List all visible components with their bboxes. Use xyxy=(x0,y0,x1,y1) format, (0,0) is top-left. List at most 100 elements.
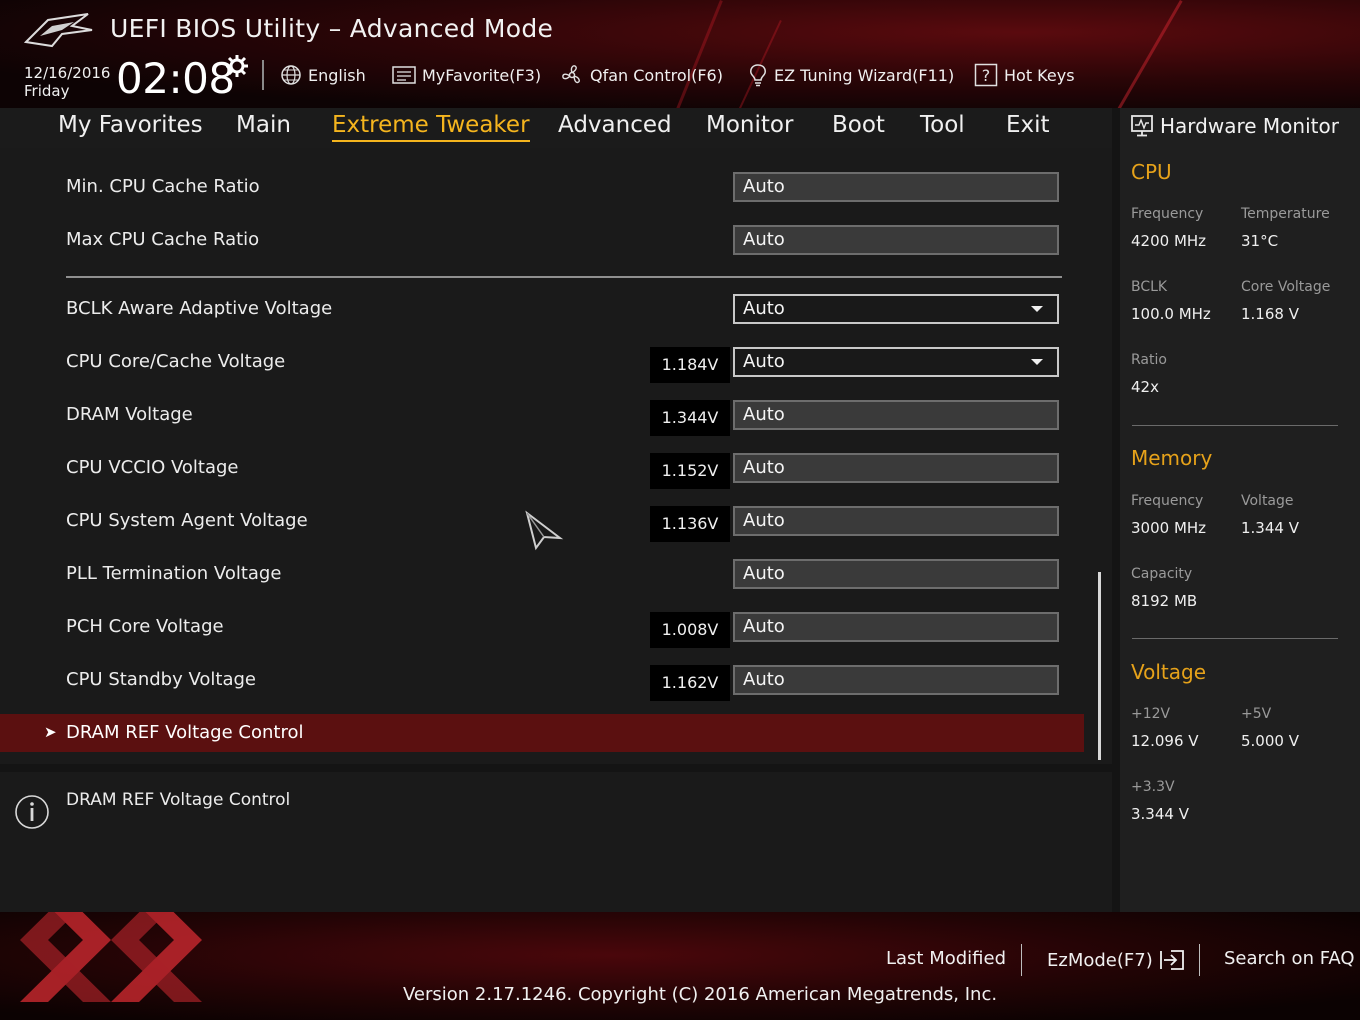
gear-icon[interactable] xyxy=(225,54,249,78)
setting-row[interactable]: CPU Core/Cache Voltage 1.184V Auto xyxy=(0,343,1090,383)
qfan-control-button[interactable]: Qfan Control(F6) xyxy=(560,62,723,88)
day-text: Friday xyxy=(24,82,70,100)
help-panel: DRAM REF Voltage Control xyxy=(0,772,1112,912)
setting-value-field[interactable]: Auto xyxy=(733,225,1059,255)
setting-dropdown[interactable]: Auto xyxy=(733,294,1059,324)
ezmode-label: EzMode(F7) xyxy=(1047,949,1153,971)
question-box-icon: ? xyxy=(974,63,998,87)
ez-tuning-label: EZ Tuning Wizard(F11) xyxy=(774,65,955,85)
voltage-readout: 1.136V xyxy=(650,506,730,542)
voltage-readout: 1.152V xyxy=(650,453,730,489)
favorites-list-icon xyxy=(392,66,416,84)
tab-main[interactable]: Main xyxy=(236,112,291,138)
tab-extreme-tweaker[interactable]: Extreme Tweaker xyxy=(332,112,530,142)
cpu-heading: CPU xyxy=(1131,160,1172,184)
my-favorite-button[interactable]: MyFavorite(F3) xyxy=(392,62,541,88)
memory-voltage-value: 1.344 V xyxy=(1241,519,1299,537)
setting-row[interactable]: Max CPU Cache Ratio Auto xyxy=(0,221,1090,261)
monitor-icon xyxy=(1131,115,1153,137)
setting-row[interactable]: DRAM Voltage 1.344V Auto xyxy=(0,396,1090,436)
last-modified-button[interactable]: Last Modified xyxy=(886,948,1006,969)
setting-value-field[interactable]: Auto xyxy=(733,612,1059,642)
tab-advanced[interactable]: Advanced xyxy=(558,112,672,138)
hot-keys-label: Hot Keys xyxy=(1004,65,1075,85)
rog-logo-icon xyxy=(23,13,93,48)
bclk-label: BCLK xyxy=(1131,279,1168,295)
info-icon xyxy=(15,795,49,829)
voltage-readout: 1.162V xyxy=(650,665,730,701)
settings-panel: Min. CPU Cache Ratio Auto Max CPU Cache … xyxy=(0,148,1112,764)
v12-label: +12V xyxy=(1131,706,1171,722)
v5-label: +5V xyxy=(1241,706,1272,722)
setting-row[interactable]: Min. CPU Cache Ratio Auto xyxy=(0,168,1090,208)
date-display: 12/16/2016 Friday xyxy=(24,64,110,100)
tab-exit[interactable]: Exit xyxy=(1006,112,1050,138)
setting-label: PCH Core Voltage xyxy=(66,616,224,637)
cpu-frequency-label: Frequency xyxy=(1131,206,1204,222)
scrollbar[interactable] xyxy=(1098,572,1101,760)
qfan-label: Qfan Control(F6) xyxy=(590,65,723,85)
memory-heading: Memory xyxy=(1131,446,1213,470)
language-label: English xyxy=(308,65,366,85)
bottom-footer: Last Modified EzMode(F7) Search on FAQ V… xyxy=(0,912,1360,1020)
setting-label: Min. CPU Cache Ratio xyxy=(66,176,260,197)
setting-row[interactable]: CPU Standby Voltage 1.162V Auto xyxy=(0,661,1090,701)
submenu-dram-ref-voltage-control[interactable]: ➤ DRAM REF Voltage Control xyxy=(0,714,1084,752)
setting-row[interactable]: PLL Termination Voltage Auto xyxy=(0,555,1090,595)
cpu-temperature-label: Temperature xyxy=(1241,206,1330,222)
setting-value-field[interactable]: Auto xyxy=(733,400,1059,430)
section-divider xyxy=(66,276,1062,278)
my-favorite-label: MyFavorite(F3) xyxy=(422,65,542,85)
search-faq-button[interactable]: Search on FAQ xyxy=(1224,948,1355,969)
language-button[interactable]: English xyxy=(280,62,366,88)
setting-row[interactable]: CPU VCCIO Voltage 1.152V Auto xyxy=(0,449,1090,489)
section-divider xyxy=(1132,425,1338,426)
header-divider xyxy=(262,60,264,90)
chevron-down-icon xyxy=(1031,359,1043,365)
v5-value: 5.000 V xyxy=(1241,732,1299,750)
voltage-readout: 1.008V xyxy=(650,612,730,648)
help-description: DRAM REF Voltage Control xyxy=(66,790,291,810)
v33-label: +3.3V xyxy=(1131,779,1175,795)
exit-arrow-icon xyxy=(1159,950,1184,970)
setting-row[interactable]: PCH Core Voltage 1.008V Auto xyxy=(0,608,1090,648)
decor-slash xyxy=(1115,0,1183,108)
setting-value-field[interactable]: Auto xyxy=(733,559,1059,589)
setting-label: CPU Standby Voltage xyxy=(66,669,256,690)
cpu-temperature-value: 31°C xyxy=(1241,232,1279,250)
app-title: UEFI BIOS Utility – Advanced Mode xyxy=(110,14,554,43)
capacity-value: 8192 MB xyxy=(1131,592,1198,610)
globe-icon xyxy=(281,65,301,85)
hot-keys-button[interactable]: ? Hot Keys xyxy=(974,62,1075,88)
setting-label: CPU VCCIO Voltage xyxy=(66,457,239,478)
setting-value-field[interactable]: Auto xyxy=(733,453,1059,483)
capacity-label: Capacity xyxy=(1131,566,1193,582)
hardware-monitor-label: Hardware Monitor xyxy=(1160,114,1339,138)
v33-value: 3.344 V xyxy=(1131,805,1189,823)
ezmode-button[interactable]: EzMode(F7) xyxy=(1047,948,1185,972)
ratio-value: 42x xyxy=(1131,378,1159,396)
date-text: 12/16/2016 xyxy=(24,64,111,82)
setting-label: CPU System Agent Voltage xyxy=(66,510,308,531)
setting-label: Max CPU Cache Ratio xyxy=(66,229,260,250)
setting-label: BCLK Aware Adaptive Voltage xyxy=(66,298,333,319)
tab-monitor[interactable]: Monitor xyxy=(706,112,793,138)
setting-value-field[interactable]: Auto xyxy=(733,506,1059,536)
tab-tool[interactable]: Tool xyxy=(920,112,965,138)
memory-frequency-value: 3000 MHz xyxy=(1131,519,1207,537)
setting-value-field[interactable]: Auto xyxy=(733,665,1059,695)
setting-label: DRAM Voltage xyxy=(66,404,193,425)
mouse-pointer-icon xyxy=(525,510,564,551)
tab-boot[interactable]: Boot xyxy=(832,112,885,138)
dropdown-value: Auto xyxy=(743,298,785,319)
fan-icon xyxy=(562,65,580,84)
ez-tuning-wizard-button[interactable]: EZ Tuning Wizard(F11) xyxy=(748,62,954,88)
setting-row[interactable]: BCLK Aware Adaptive Voltage Auto xyxy=(0,290,1090,330)
memory-frequency-label: Frequency xyxy=(1131,493,1204,509)
setting-dropdown[interactable]: Auto xyxy=(733,347,1059,377)
setting-value-field[interactable]: Auto xyxy=(733,172,1059,202)
main-menu-bar: My Favorites Main Extreme Tweaker Advanc… xyxy=(0,108,1112,148)
cpu-frequency-value: 4200 MHz xyxy=(1131,232,1207,250)
tab-my-favorites[interactable]: My Favorites xyxy=(58,112,203,138)
voltage-readout: 1.184V xyxy=(650,347,730,383)
